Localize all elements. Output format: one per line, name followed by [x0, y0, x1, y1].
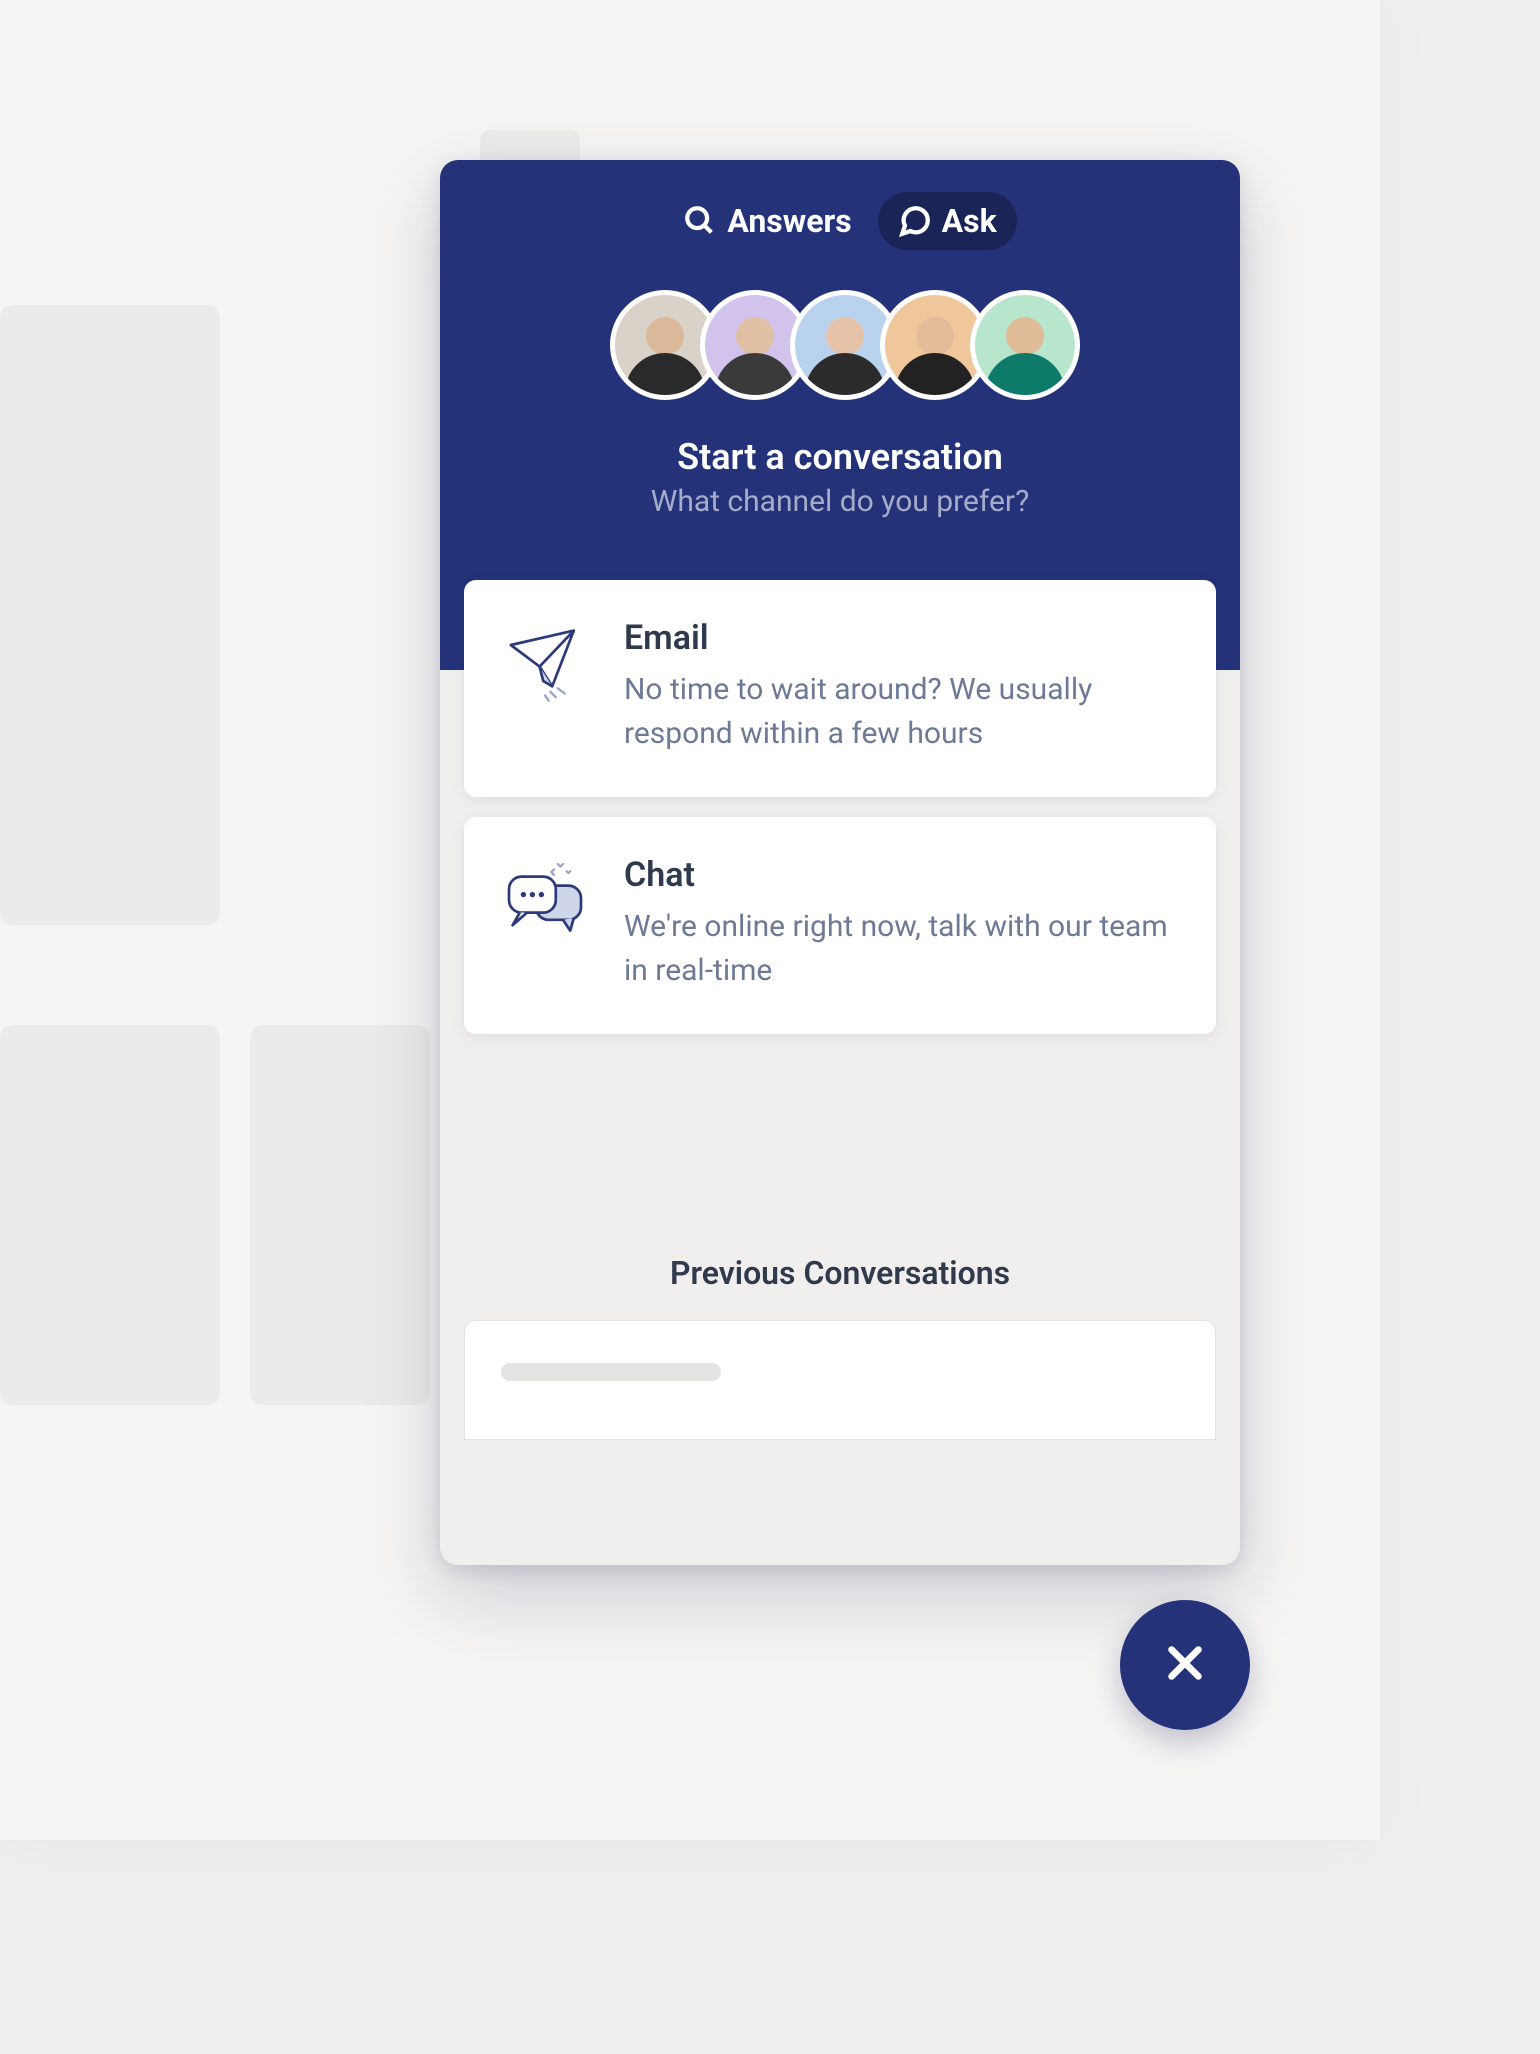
tab-answers-label: Answers: [727, 202, 851, 240]
channel-chat-title: Chat: [624, 855, 1180, 895]
avatar: [970, 290, 1080, 400]
channel-email-card[interactable]: Email No time to wait around? We usually…: [464, 580, 1216, 797]
previous-conversation-card[interactable]: [464, 1320, 1216, 1440]
skeleton-line: [501, 1363, 721, 1381]
channel-chat-card[interactable]: Chat We're online right now, talk with o…: [464, 817, 1216, 1034]
paper-plane-icon: [500, 618, 590, 708]
tab-answers[interactable]: Answers: [663, 192, 871, 250]
bg-placeholder: [250, 1025, 430, 1405]
tab-row: Answers Ask: [440, 192, 1240, 250]
channel-email-desc: No time to wait around? We usually respo…: [624, 668, 1180, 755]
cards-container: Email No time to wait around? We usually…: [464, 580, 1216, 1440]
chat-bubbles-icon: [500, 855, 590, 945]
chat-widget: Answers Ask Start a conversation What ch…: [440, 160, 1240, 1565]
search-icon: [683, 204, 717, 238]
channel-chat-desc: We're online right now, talk with our te…: [624, 905, 1180, 992]
channel-chat-text: Chat We're online right now, talk with o…: [624, 855, 1180, 992]
close-icon: [1162, 1640, 1208, 1690]
header-title: Start a conversation: [440, 436, 1240, 478]
channel-email-title: Email: [624, 618, 1180, 658]
previous-conversations-title: Previous Conversations: [464, 1254, 1216, 1292]
header-subtitle: What channel do you prefer?: [440, 484, 1240, 519]
tab-ask-label: Ask: [942, 202, 997, 240]
tab-ask[interactable]: Ask: [878, 192, 1017, 250]
bg-placeholder: [0, 1025, 220, 1405]
channel-email-text: Email No time to wait around? We usually…: [624, 618, 1180, 755]
team-avatars: [440, 290, 1240, 400]
bg-placeholder: [0, 305, 220, 925]
close-button[interactable]: [1120, 1600, 1250, 1730]
chat-bubble-icon: [898, 204, 932, 238]
